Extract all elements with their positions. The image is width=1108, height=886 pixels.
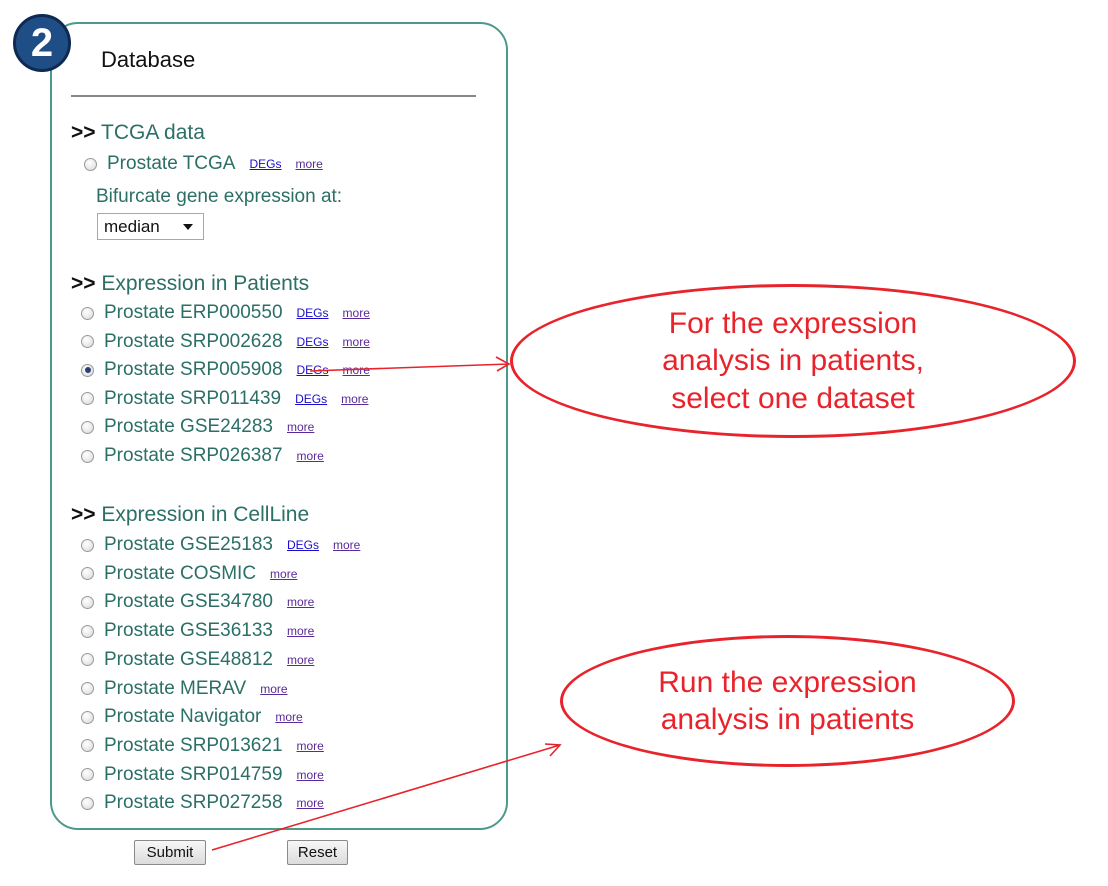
dataset-row-tcga[interactable]: Prostate TCGA DEGs more [84,152,323,176]
more-link[interactable]: more [343,363,370,377]
database-title: Database [101,47,196,72]
radio-button[interactable] [81,335,94,349]
more-link[interactable]: more [287,624,314,638]
dataset-label: Prostate GSE34780 [104,591,273,613]
dataset-row[interactable]: Prostate SRP026387 more [81,444,324,468]
tcga-heading: >> TCGA data [71,121,205,145]
cellline-heading: >> Expression in CellLine [71,503,309,527]
dataset-label: Prostate SRP026387 [104,445,283,466]
dataset-label: Prostate GSE36133 [104,620,273,642]
dataset-row[interactable]: Prostate Navigator more [81,705,303,729]
radio-button[interactable] [84,157,97,171]
submit-button[interactable]: Submit [134,840,206,865]
dataset-row[interactable]: Prostate SRP013621 more [81,734,324,758]
reset-button[interactable]: Reset [287,840,348,865]
more-link[interactable]: more [297,796,324,810]
radio-button[interactable] [81,595,94,609]
dataset-row[interactable]: Prostate SRP014759 more [81,763,324,787]
bifurcate-selected-value: median [104,216,160,236]
dataset-row[interactable]: Prostate COSMIC more [81,562,297,586]
radio-button[interactable] [81,796,94,810]
degs-link[interactable]: DEGs [297,363,329,377]
patients-heading: >> Expression in Patients [71,272,309,296]
title-divider [71,95,476,97]
dataset-label: Prostate SRP011439 [104,387,282,409]
more-link[interactable]: more [343,306,370,320]
arrowhead-icon [544,743,562,757]
more-link[interactable]: more [297,768,324,782]
dataset-row[interactable]: Prostate GSE48812 more [81,648,314,672]
dataset-row[interactable]: Prostate GSE24283 more [81,415,314,439]
degs-link[interactable]: DEGs [249,157,281,171]
dataset-row[interactable]: Prostate GSE34780 more [81,590,314,614]
dataset-row[interactable]: Prostate SRP011439 DEGs more [81,387,368,411]
dataset-label: Prostate SRP002628 [104,330,283,352]
dataset-row[interactable]: Prostate MERAV more [81,677,288,701]
more-link[interactable]: more [341,392,368,406]
more-link[interactable]: more [260,682,287,696]
dataset-label: Prostate GSE25183 [104,534,273,555]
dataset-row[interactable]: Prostate SRP005908 DEGs more [81,358,370,382]
more-link[interactable]: more [287,653,314,667]
more-link[interactable]: more [297,449,324,463]
tcga-heading-text: TCGA data [101,121,205,144]
radio-button[interactable] [81,567,94,581]
dataset-row[interactable]: Prostate SRP027258 more [81,791,324,815]
degs-link[interactable]: DEGs [287,538,319,552]
patients-heading-text: Expression in Patients [101,272,310,295]
more-link[interactable]: more [333,538,360,552]
step-number-badge: 2 [13,14,71,72]
dataset-row[interactable]: Prostate GSE36133 more [81,619,314,643]
section-arrows: >> [71,121,96,144]
degs-link[interactable]: DEGs [297,306,329,320]
dataset-label: Prostate TCGA [107,153,236,174]
radio-button-selected[interactable] [81,363,94,377]
section-arrows: >> [71,503,96,526]
more-link[interactable]: more [297,739,324,753]
chevron-down-icon [183,224,193,230]
more-link[interactable]: more [296,157,323,171]
radio-button[interactable] [81,538,94,552]
bifurcate-label: Bifurcate gene expression at: [96,186,343,207]
dataset-label: Prostate GSE48812 [104,648,273,670]
select-dataset-callout: For the expression analysis in patients,… [510,284,1076,438]
radio-button[interactable] [81,768,94,782]
dataset-label: Prostate Navigator [104,706,262,728]
radio-button[interactable] [81,682,94,695]
dataset-label: Prostate SRP013621 [104,734,283,756]
dataset-row[interactable]: Prostate ERP000550 DEGs more [81,301,370,325]
dataset-label: Prostate ERP000550 [104,302,283,323]
dataset-label: Prostate COSMIC [104,562,257,584]
radio-button[interactable] [81,420,94,434]
run-analysis-callout: Run the expression analysis in patients [560,635,1015,767]
run-analysis-callout-text: Run the expression analysis in patients [658,665,917,737]
radio-button[interactable] [81,449,94,463]
radio-button[interactable] [81,392,94,406]
dataset-label: Prostate GSE24283 [104,416,273,438]
dataset-label: Prostate SRP014759 [104,763,283,785]
radio-button[interactable] [81,624,94,638]
degs-link[interactable]: DEGs [295,392,327,406]
dataset-label: Prostate MERAV [104,677,247,699]
select-dataset-callout-text: For the expression analysis in patients,… [662,306,924,415]
radio-button[interactable] [81,306,94,320]
more-link[interactable]: more [275,710,302,724]
more-link[interactable]: more [343,335,370,349]
radio-button[interactable] [81,710,94,724]
degs-link[interactable]: DEGs [297,335,329,349]
section-arrows: >> [71,272,96,295]
more-link[interactable]: more [270,567,297,581]
radio-button[interactable] [81,739,94,753]
dataset-label: Prostate SRP005908 [104,359,283,381]
dataset-row[interactable]: Prostate SRP002628 DEGs more [81,330,370,354]
bifurcate-select[interactable]: median [97,213,204,240]
more-link[interactable]: more [287,595,314,609]
dataset-row[interactable]: Prostate GSE25183 DEGs more [81,533,360,557]
radio-button[interactable] [81,653,94,667]
dataset-label: Prostate SRP027258 [104,792,283,814]
more-link[interactable]: more [287,420,314,434]
cellline-heading-text: Expression in CellLine [101,503,310,526]
